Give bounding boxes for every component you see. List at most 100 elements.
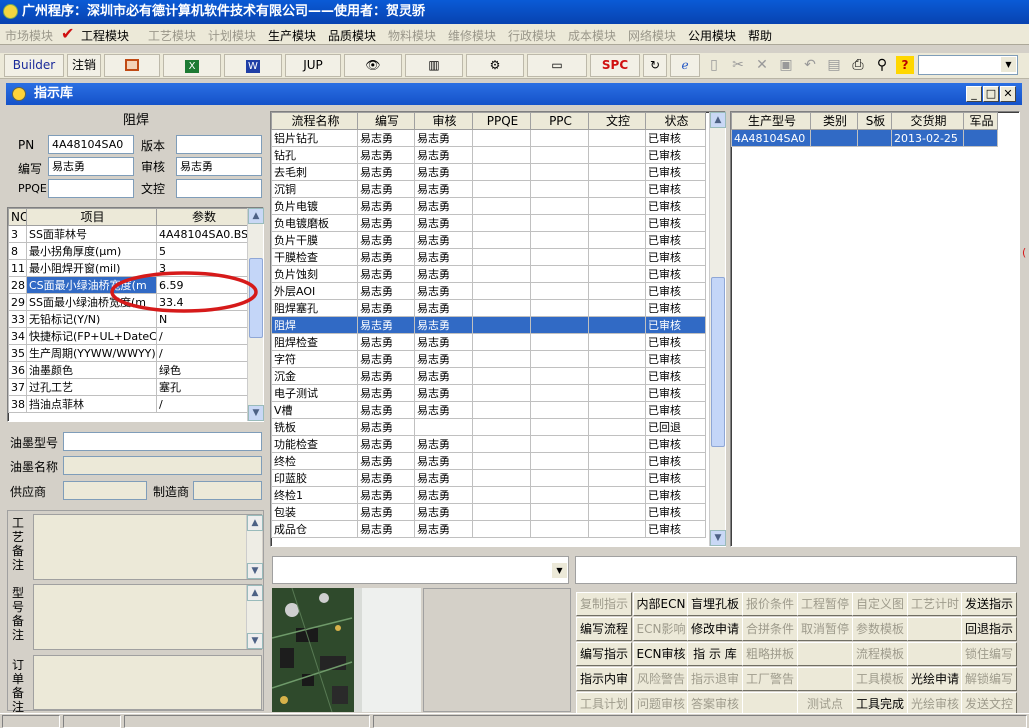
process-cell[interactable] (472, 401, 531, 419)
param-cell[interactable]: 36 (8, 361, 27, 379)
process-cell[interactable] (530, 435, 589, 453)
process-cell[interactable] (530, 486, 589, 504)
action-button-10[interactable]: 修改申请 (687, 617, 743, 641)
computer-button[interactable]: ▭ (527, 54, 587, 77)
process-cell[interactable] (530, 163, 589, 181)
process-cell[interactable] (472, 231, 531, 249)
jup-button[interactable]: JUP (285, 54, 341, 77)
process-cell[interactable] (588, 350, 646, 368)
process-cell[interactable] (530, 333, 589, 351)
process-header-4[interactable]: PPC (530, 112, 589, 130)
process-row[interactable]: 功能检查 易志勇 易志勇 已审核 (271, 435, 706, 453)
action-button-11[interactable]: 合拼条件 (742, 617, 798, 641)
process-cell[interactable] (588, 197, 646, 215)
process-cell[interactable] (588, 486, 646, 504)
process-cell[interactable]: 易志勇 (414, 520, 473, 538)
process-cell[interactable] (588, 452, 646, 470)
process-cell[interactable]: 已审核 (645, 248, 706, 266)
process-cell[interactable]: 易志勇 (357, 299, 415, 317)
param-cell[interactable]: 29 (8, 293, 27, 311)
order-cell[interactable] (857, 129, 892, 147)
eye-button[interactable]: 👁 (344, 54, 402, 77)
action-button-26[interactable]: 指示退审 (687, 667, 743, 691)
process-cell[interactable]: 易志勇 (357, 384, 415, 402)
process-cell[interactable] (530, 469, 589, 487)
action-button-3[interactable]: 报价条件 (742, 592, 798, 616)
process-cell[interactable] (530, 197, 589, 215)
process-cell[interactable] (588, 503, 646, 521)
process-row[interactable]: 铣板 易志勇 已回退 (271, 418, 706, 436)
process-cell[interactable] (588, 248, 646, 266)
process-cell[interactable] (472, 418, 531, 436)
process-cell[interactable]: V槽 (271, 401, 358, 419)
action-button-13[interactable]: 参数模板 (852, 617, 908, 641)
process-cell[interactable] (472, 129, 531, 147)
process-cell[interactable]: 易志勇 (357, 231, 415, 249)
process-cell[interactable]: 易志勇 (357, 452, 415, 470)
action-button-9[interactable]: ECN影响 (633, 617, 689, 641)
process-cell[interactable] (472, 486, 531, 504)
process-cell[interactable]: 已审核 (645, 265, 706, 283)
process-cell[interactable]: 终检 (271, 452, 358, 470)
action-button-21[interactable]: 流程模板 (852, 642, 908, 666)
process-cell[interactable]: 已审核 (645, 367, 706, 385)
param-cell[interactable]: 33 (8, 310, 27, 328)
scroll-down-icon[interactable]: ▼ (247, 633, 263, 649)
process-header-6[interactable]: 状态 (645, 112, 706, 130)
process-cell[interactable]: 易志勇 (414, 282, 473, 300)
action-button-14[interactable] (907, 617, 963, 641)
refresh-button[interactable]: ↻ (643, 54, 667, 77)
process-cell[interactable] (472, 367, 531, 385)
param-cell[interactable]: 过孔工艺 (26, 378, 157, 396)
process-cell[interactable]: 易志勇 (357, 265, 415, 283)
action-button-2[interactable]: 盲埋孔板 (687, 592, 743, 616)
action-button-18[interactable]: 指 示 库 (687, 642, 743, 666)
process-cell[interactable] (530, 265, 589, 283)
order-cell[interactable]: 4A48104SA0 (731, 129, 811, 147)
scroll-up-icon[interactable]: ▲ (710, 112, 726, 128)
craft-note-scrollbar[interactable]: ▲ ▼ (246, 515, 263, 579)
process-cell[interactable]: 易志勇 (414, 435, 473, 453)
process-cell[interactable]: 沉铜 (271, 180, 358, 198)
param-cell[interactable]: 8 (8, 242, 27, 260)
ppqe-field[interactable] (48, 179, 134, 198)
process-cell[interactable] (530, 248, 589, 266)
order-cell[interactable] (810, 129, 858, 147)
process-cell[interactable]: 易志勇 (357, 248, 415, 266)
process-cell[interactable] (472, 299, 531, 317)
process-cell[interactable] (472, 214, 531, 232)
delete-icon[interactable]: ✕ (753, 56, 771, 74)
scroll-up-icon[interactable]: ▲ (248, 208, 264, 224)
action-button-17[interactable]: ECN审核 (633, 642, 689, 666)
process-row[interactable]: 沉铜 易志勇 易志勇 已审核 (271, 180, 706, 198)
process-cell[interactable] (472, 384, 531, 402)
action-button-28[interactable] (797, 667, 853, 691)
process-cell[interactable]: 易志勇 (414, 231, 473, 249)
process-cell[interactable]: 印蓝胶 (271, 469, 358, 487)
action-button-6[interactable]: 工艺计时 (907, 592, 963, 616)
process-cell[interactable] (588, 418, 646, 436)
param-cell[interactable]: 3 (8, 225, 27, 243)
process-cell[interactable]: 钻孔 (271, 146, 358, 164)
process-cell[interactable]: 易志勇 (357, 367, 415, 385)
menu-item-11[interactable]: 公用模块 (688, 27, 736, 44)
process-cell[interactable]: 易志勇 (357, 214, 415, 232)
menu-item-8[interactable]: 行政模块 (508, 27, 556, 44)
process-row[interactable]: 终检 易志勇 易志勇 已审核 (271, 452, 706, 470)
craft-note-field[interactable] (33, 514, 262, 580)
process-cell[interactable]: 成品仓 (271, 520, 358, 538)
param-row[interactable]: 37 过孔工艺 塞孔 (8, 378, 250, 396)
process-cell[interactable] (472, 520, 531, 538)
param-cell[interactable]: 油墨颜色 (26, 361, 157, 379)
param-row[interactable]: 34 快捷标记(FP+UL+DateCo / (8, 327, 250, 345)
info-field[interactable] (575, 556, 1017, 584)
param-cell[interactable]: 34 (8, 327, 27, 345)
ink-model-select[interactable] (63, 432, 262, 451)
process-cell[interactable]: 易志勇 (357, 350, 415, 368)
process-cell[interactable]: 易志勇 (414, 350, 473, 368)
process-cell[interactable]: 铝片钻孔 (271, 129, 358, 147)
process-cell[interactable]: 易志勇 (357, 316, 415, 334)
save-icon[interactable]: ▣ (777, 56, 795, 74)
process-cell[interactable]: 已审核 (645, 282, 706, 300)
process-cell[interactable] (588, 520, 646, 538)
